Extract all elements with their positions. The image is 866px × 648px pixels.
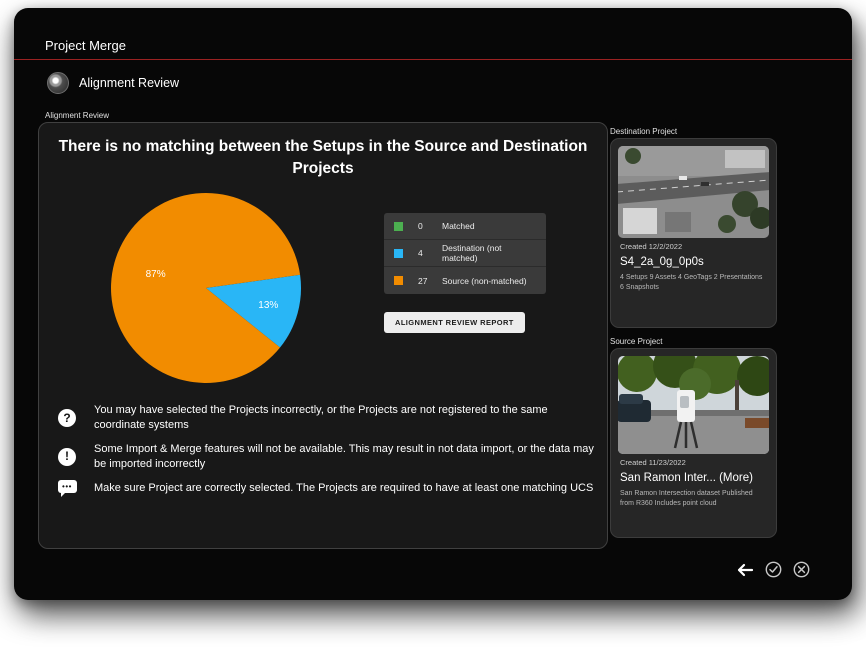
- close-circle-icon[interactable]: [793, 561, 810, 578]
- source-project-name[interactable]: San Ramon Inter... (More): [620, 472, 767, 484]
- destination-thumbnail: [618, 146, 769, 238]
- panel-label: Alignment Review: [45, 111, 109, 120]
- pie-chart-container: 13% 87%: [99, 181, 313, 395]
- source-project-description: San Ramon Intersection dataset Published…: [620, 489, 767, 509]
- note-text: Make sure Project are correctly selected…: [94, 481, 601, 496]
- destination-label: Destination (not matched): [442, 243, 536, 263]
- alignment-review-panel: There is no matching between the Setups …: [38, 122, 608, 549]
- pie-slice-label: 87%: [146, 269, 166, 280]
- question-icon: [58, 409, 76, 427]
- exclamation-icon: [58, 448, 76, 466]
- alignment-review-header: Alignment Review: [47, 72, 179, 94]
- title-divider: [14, 59, 852, 60]
- aerial-map-image: [618, 146, 769, 238]
- source-project-card[interactable]: Created 11/23/2022 San Ramon Inter... (M…: [610, 348, 777, 538]
- note-matching-ucs: Make sure Project are correctly selected…: [57, 480, 601, 497]
- matched-label: Matched: [442, 221, 536, 231]
- legend-row-matched: 0 Matched: [384, 213, 546, 240]
- note-text: You may have selected the Projects incor…: [94, 403, 601, 433]
- window-title: Project Merge: [45, 38, 126, 53]
- destination-project-label: Destination Project: [610, 127, 677, 136]
- note-import-merge: Some Import & Merge features will not be…: [57, 442, 601, 472]
- comment-icon: [58, 480, 77, 493]
- section-title: Alignment Review: [79, 76, 179, 90]
- source-count: 27: [418, 276, 442, 286]
- alignment-pie: 13% 87%: [99, 181, 313, 395]
- page: { "colors": { "accent_red": "#9b2222", "…: [0, 0, 866, 648]
- source-created-date: Created 11/23/2022: [620, 458, 767, 467]
- source-swatch: [394, 276, 403, 285]
- footer-actions: [735, 561, 810, 578]
- legend-row-source: 27 Source (non-matched): [384, 267, 546, 294]
- source-project-label: Source Project: [610, 337, 662, 346]
- notes-list: You may have selected the Projects incor…: [57, 403, 601, 497]
- source-label: Source (non-matched): [442, 276, 536, 286]
- matched-count: 0: [418, 221, 442, 231]
- destination-count: 4: [418, 248, 442, 258]
- source-thumbnail: [618, 356, 769, 454]
- destination-project-card[interactable]: Created 12/2/2022 S4_2a_0g_0p0s 4 Setups…: [610, 138, 777, 328]
- alignment-review-report-button[interactable]: ALIGNMENT REVIEW REPORT: [384, 312, 525, 333]
- matched-swatch: [394, 222, 403, 231]
- note-text: Some Import & Merge features will not be…: [94, 442, 601, 472]
- destination-project-name: S4_2a_0g_0p0s: [620, 256, 767, 268]
- destination-project-description: 4 Setups 9 Assets 4 GeoTags 2 Presentati…: [620, 273, 767, 293]
- destination-created-date: Created 12/2/2022: [620, 242, 767, 251]
- project-merge-window: Project Merge Alignment Review Alignment…: [14, 8, 852, 600]
- note-coordinate-systems: You may have selected the Projects incor…: [57, 403, 601, 433]
- legend-row-destination: 4 Destination (not matched): [384, 240, 546, 267]
- pie-legend: 0 Matched 4 Destination (not matched) 27…: [384, 213, 546, 294]
- alignment-review-icon: [47, 72, 69, 94]
- no-matching-heading: There is no matching between the Setups …: [49, 136, 597, 181]
- back-arrow-icon[interactable]: [735, 562, 754, 578]
- destination-swatch: [394, 249, 403, 258]
- pie-slice-label: 13%: [258, 300, 278, 311]
- street-photo-image: [618, 356, 769, 454]
- check-circle-icon[interactable]: [765, 561, 782, 578]
